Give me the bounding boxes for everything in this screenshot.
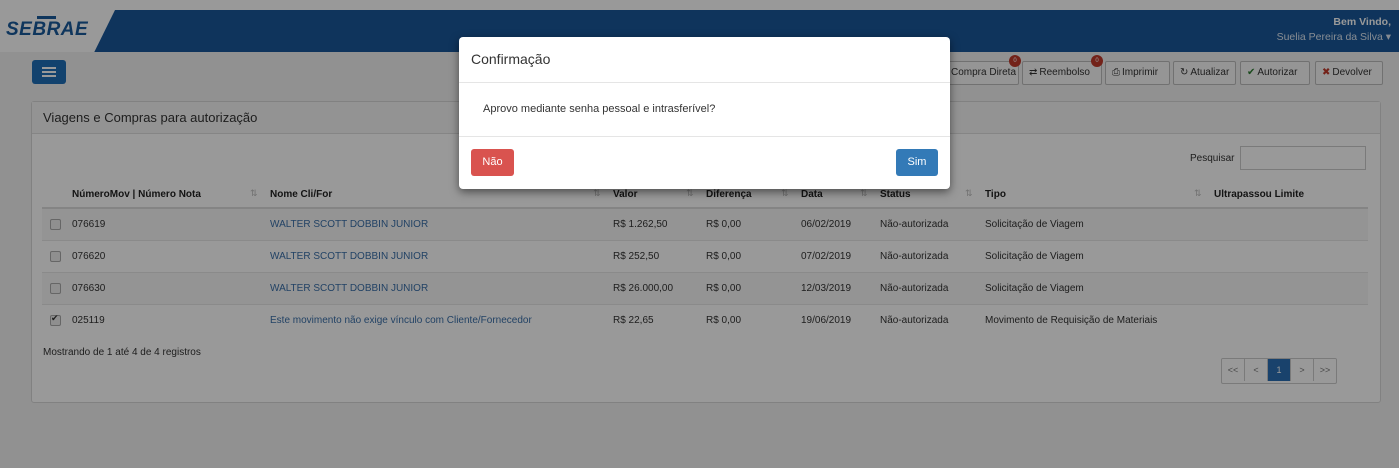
no-button[interactable]: Não bbox=[471, 149, 514, 176]
confirmation-dialog: Confirmação Aprovo mediante senha pessoa… bbox=[459, 37, 950, 189]
dialog-message: Aprovo mediante senha pessoal e intrasfe… bbox=[459, 83, 950, 137]
dialog-title: Confirmação bbox=[459, 37, 950, 83]
yes-button[interactable]: Sim bbox=[896, 149, 938, 176]
